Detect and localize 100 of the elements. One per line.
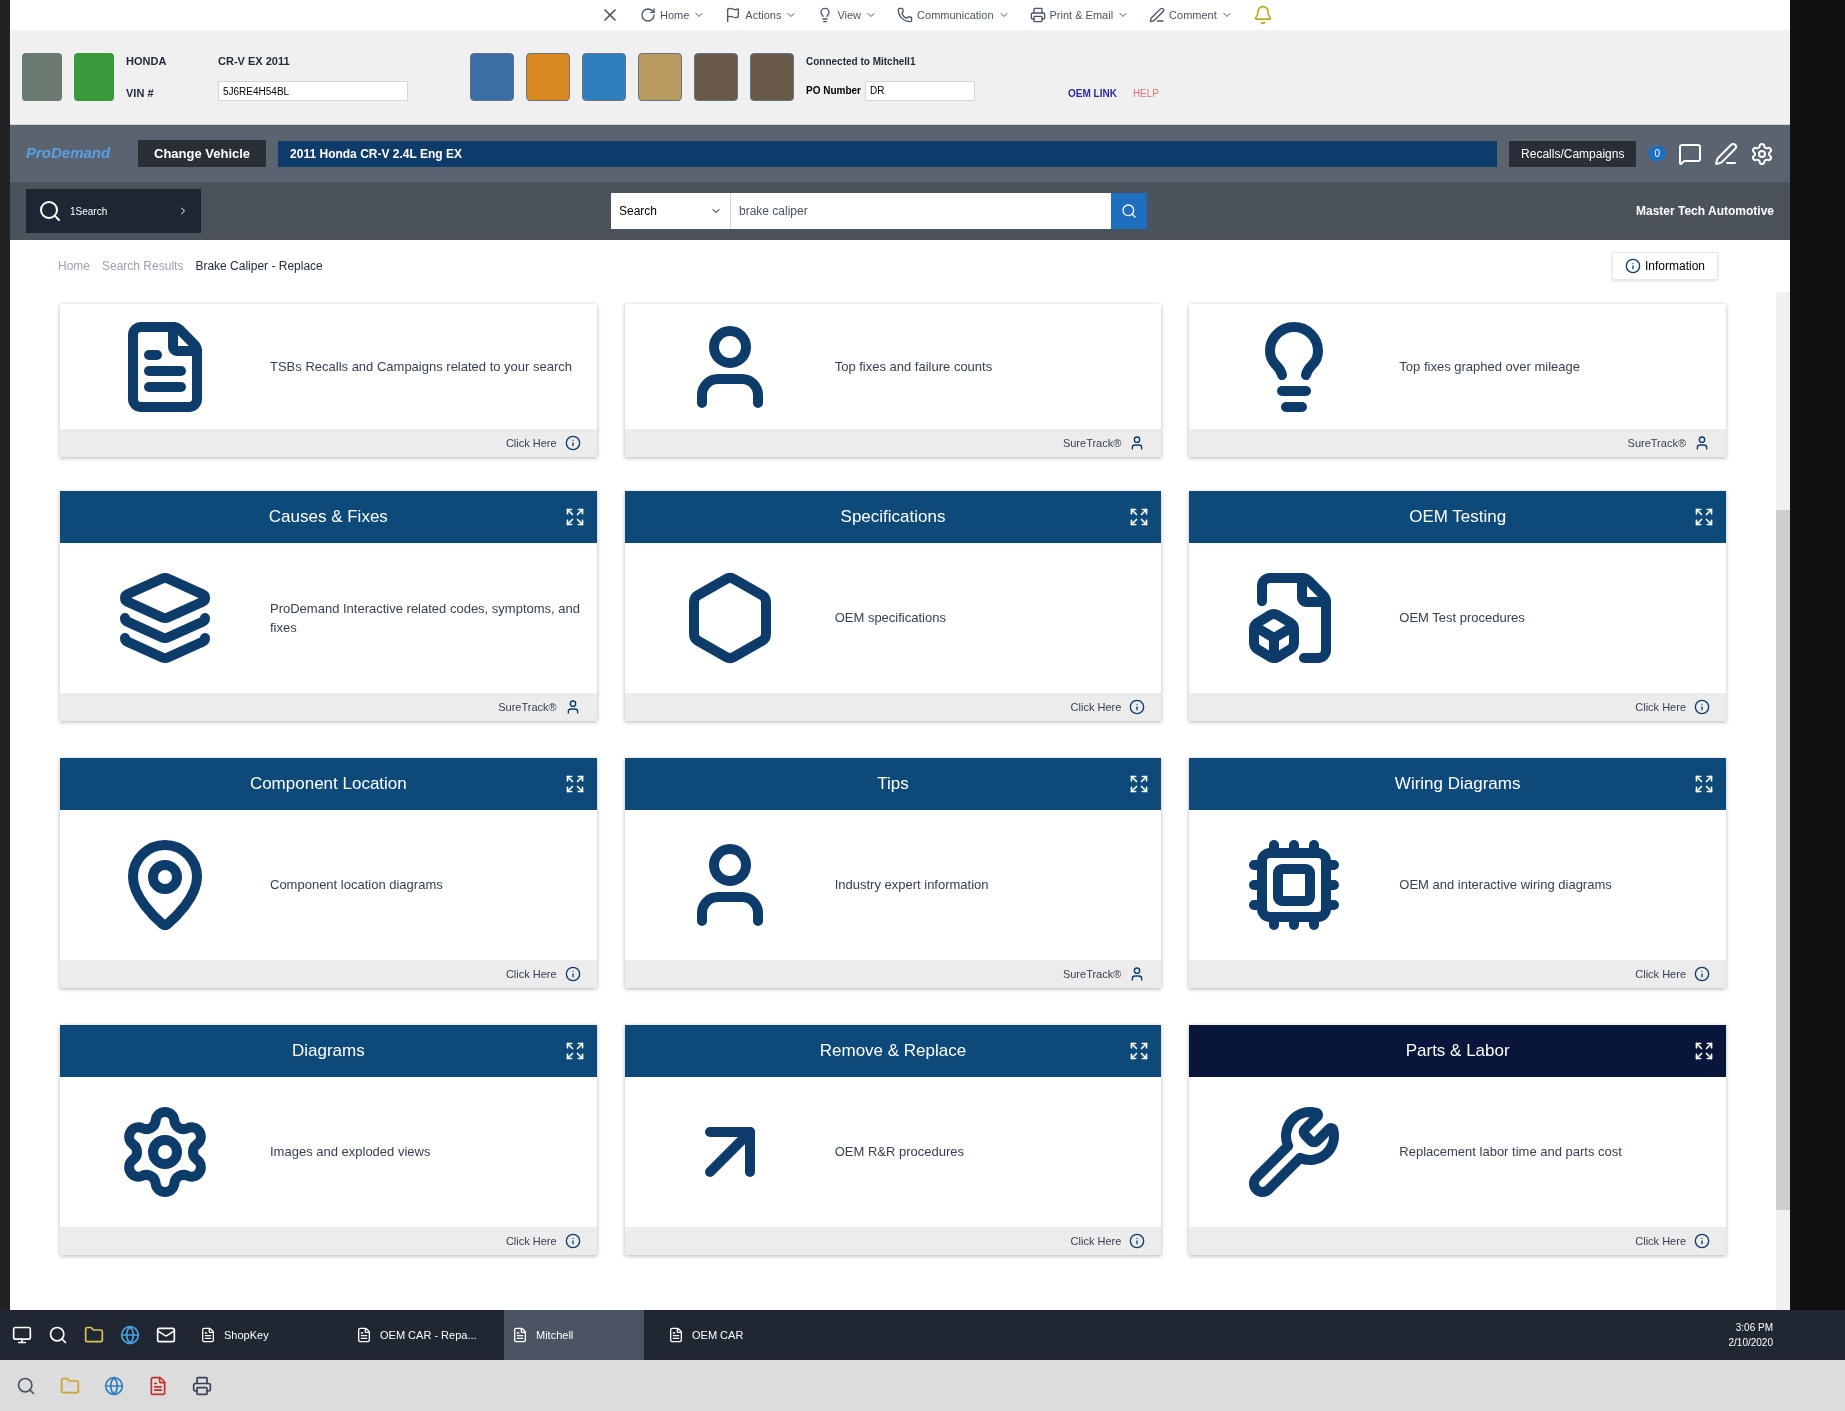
card-header[interactable]: Wiring Diagrams [1189, 758, 1726, 810]
card-header[interactable]: Remove & Replace [624, 1025, 1162, 1077]
scrollbar[interactable] [1776, 292, 1790, 1310]
card-description: TSBs Recalls and Campaigns related to your search [270, 357, 574, 376]
card-footer[interactable]: SureTrack® [624, 429, 1162, 457]
card-description: OEM and interactive wiring diagrams [1399, 876, 1613, 895]
result-card[interactable]: Top fixes and failure counts SureTrack® [624, 304, 1162, 457]
expand-icon[interactable] [564, 1041, 585, 1061]
app-logo: ProDemand [26, 143, 112, 164]
printer-icon [1029, 7, 1046, 23]
taskbar-window[interactable]: OEM CAR - Repa... [348, 1310, 488, 1360]
taskbar-window[interactable]: Mitchell [504, 1310, 644, 1360]
menu-button[interactable]: Home [640, 6, 706, 24]
footer-label: Click Here [1070, 1233, 1122, 1249]
expand-icon[interactable] [1694, 774, 1714, 794]
card-header[interactable]: Tips [624, 758, 1162, 810]
search-button[interactable] [1111, 193, 1147, 229]
card-description: Industry expert information [834, 876, 990, 895]
card-header[interactable]: Causes & Fixes [60, 491, 597, 543]
taskbar-window[interactable]: ShopKey [192, 1310, 332, 1360]
po-field[interactable]: DR [865, 80, 975, 101]
edit-icon[interactable] [1714, 141, 1738, 166]
result-card[interactable]: Specifications OEM specifications Click Here [624, 491, 1162, 721]
document-icon [668, 1327, 684, 1343]
result-card[interactable]: Tips Industry expert information SureTrack® [624, 758, 1162, 988]
card-footer[interactable]: Click Here [1189, 693, 1726, 721]
search-icon[interactable] [48, 1325, 68, 1345]
card-description: OEM specifications [834, 609, 947, 628]
card-footer[interactable]: Click Here [624, 693, 1162, 721]
taskbar-window[interactable]: OEM CAR [660, 1310, 800, 1360]
card-header[interactable]: Component Location [60, 758, 597, 810]
expand-icon[interactable] [1129, 1041, 1150, 1061]
card-footer[interactable]: SureTrack® [60, 693, 597, 721]
vehicle-bar: 2011 Honda CR-V 2.4L Eng EX [278, 140, 1498, 167]
result-card[interactable]: Diagrams Images and exploded views Click Here [60, 1025, 597, 1255]
footer-label: SureTrack® [1062, 435, 1122, 451]
result-card[interactable]: Remove & Replace OEM R&R procedures Click Here [624, 1025, 1162, 1255]
chat-icon[interactable] [1678, 141, 1702, 166]
expand-icon[interactable] [564, 774, 585, 794]
expand-icon[interactable] [1694, 1041, 1714, 1061]
expand-icon[interactable] [564, 507, 585, 527]
information-button[interactable]: Information [1611, 252, 1718, 280]
globe-icon[interactable] [120, 1325, 140, 1345]
card-header[interactable]: Specifications [624, 491, 1162, 543]
recalls-button[interactable]: Recalls/Campaigns [1509, 140, 1637, 167]
printer-icon[interactable] [192, 1375, 212, 1396]
card-footer[interactable]: Click Here [60, 429, 597, 457]
search-field[interactable]: brake caliper [731, 193, 1111, 229]
info-icon [1694, 1233, 1710, 1249]
info-icon [564, 1233, 581, 1249]
result-card[interactable]: Causes & Fixes ProDemand Interactive related codes, symptoms, and fixes SureTrack® [60, 491, 597, 721]
card-footer[interactable]: Click Here [60, 1227, 597, 1255]
change-vehicle-button[interactable]: Change Vehicle [138, 139, 267, 168]
document-icon [200, 1327, 216, 1343]
expand-icon[interactable] [1129, 774, 1150, 794]
card-description: Component location diagrams [270, 876, 444, 895]
info-icon [564, 435, 581, 451]
oem-link[interactable]: OEM LINK [1068, 85, 1117, 101]
card-footer[interactable]: Click Here [624, 1227, 1162, 1255]
start-icon[interactable] [12, 1325, 32, 1345]
menu-button[interactable]: Comment [1149, 6, 1233, 24]
card-header[interactable]: Diagrams [60, 1025, 597, 1077]
mail-icon[interactable] [156, 1325, 176, 1345]
result-card[interactable]: OEM Testing OEM Test procedures Click Here [1189, 491, 1726, 721]
footer-label: Click Here [1635, 1233, 1686, 1249]
card-footer[interactable]: Click Here [1189, 960, 1726, 988]
card-title: Causes & Fixes [268, 506, 388, 529]
result-card[interactable]: Wiring Diagrams OEM and interactive wiring diagrams Click Here [1189, 758, 1726, 988]
footer-label: Click Here [1635, 966, 1686, 982]
info-icon [564, 966, 581, 982]
layers-icon [117, 570, 213, 666]
card-footer[interactable]: SureTrack® [1189, 429, 1726, 457]
card-header[interactable]: OEM Testing [1189, 491, 1726, 543]
vehicle-make: HONDA [126, 53, 168, 69]
result-card[interactable]: TSBs Recalls and Campaigns related to your search Click Here [60, 304, 597, 457]
expand-icon[interactable] [1694, 507, 1714, 527]
card-footer[interactable]: Click Here [60, 960, 597, 988]
result-card[interactable]: Parts & Labor Replacement labor time and parts cost Click Here [1189, 1025, 1726, 1255]
folder-icon[interactable] [84, 1325, 104, 1345]
footer-label: Click Here [1070, 699, 1122, 715]
settings-icon[interactable] [1750, 141, 1774, 166]
card-footer[interactable]: Click Here [1189, 1227, 1726, 1255]
result-card[interactable]: Top fixes graphed over mileage SureTrack® [1189, 304, 1726, 457]
result-card[interactable]: Component Location Component location diagrams Click Here [60, 758, 597, 988]
shop-name[interactable]: Master Tech Automotive [1635, 202, 1774, 220]
card-header[interactable]: Parts & Labor [1189, 1025, 1726, 1077]
globe-icon[interactable] [104, 1375, 124, 1396]
expand-icon[interactable] [1129, 507, 1150, 527]
document-icon[interactable] [148, 1375, 168, 1396]
connection-notice: Connected to Mitchell1 [806, 54, 917, 69]
vin-field[interactable]: 5J6RE4H54BL [218, 81, 408, 102]
search-type-select[interactable]: Search [611, 193, 731, 229]
footer-label: SureTrack® [1062, 966, 1122, 982]
menu-button[interactable]: Communication [897, 6, 1010, 24]
menu-button[interactable]: Print & Email [1029, 6, 1130, 24]
card-footer[interactable]: SureTrack® [624, 960, 1162, 988]
refresh-icon [640, 7, 656, 23]
search-menu-button[interactable]: 1Search [26, 189, 201, 233]
menu-button[interactable]: View [817, 6, 878, 24]
menu-button[interactable]: Actions [725, 6, 798, 24]
